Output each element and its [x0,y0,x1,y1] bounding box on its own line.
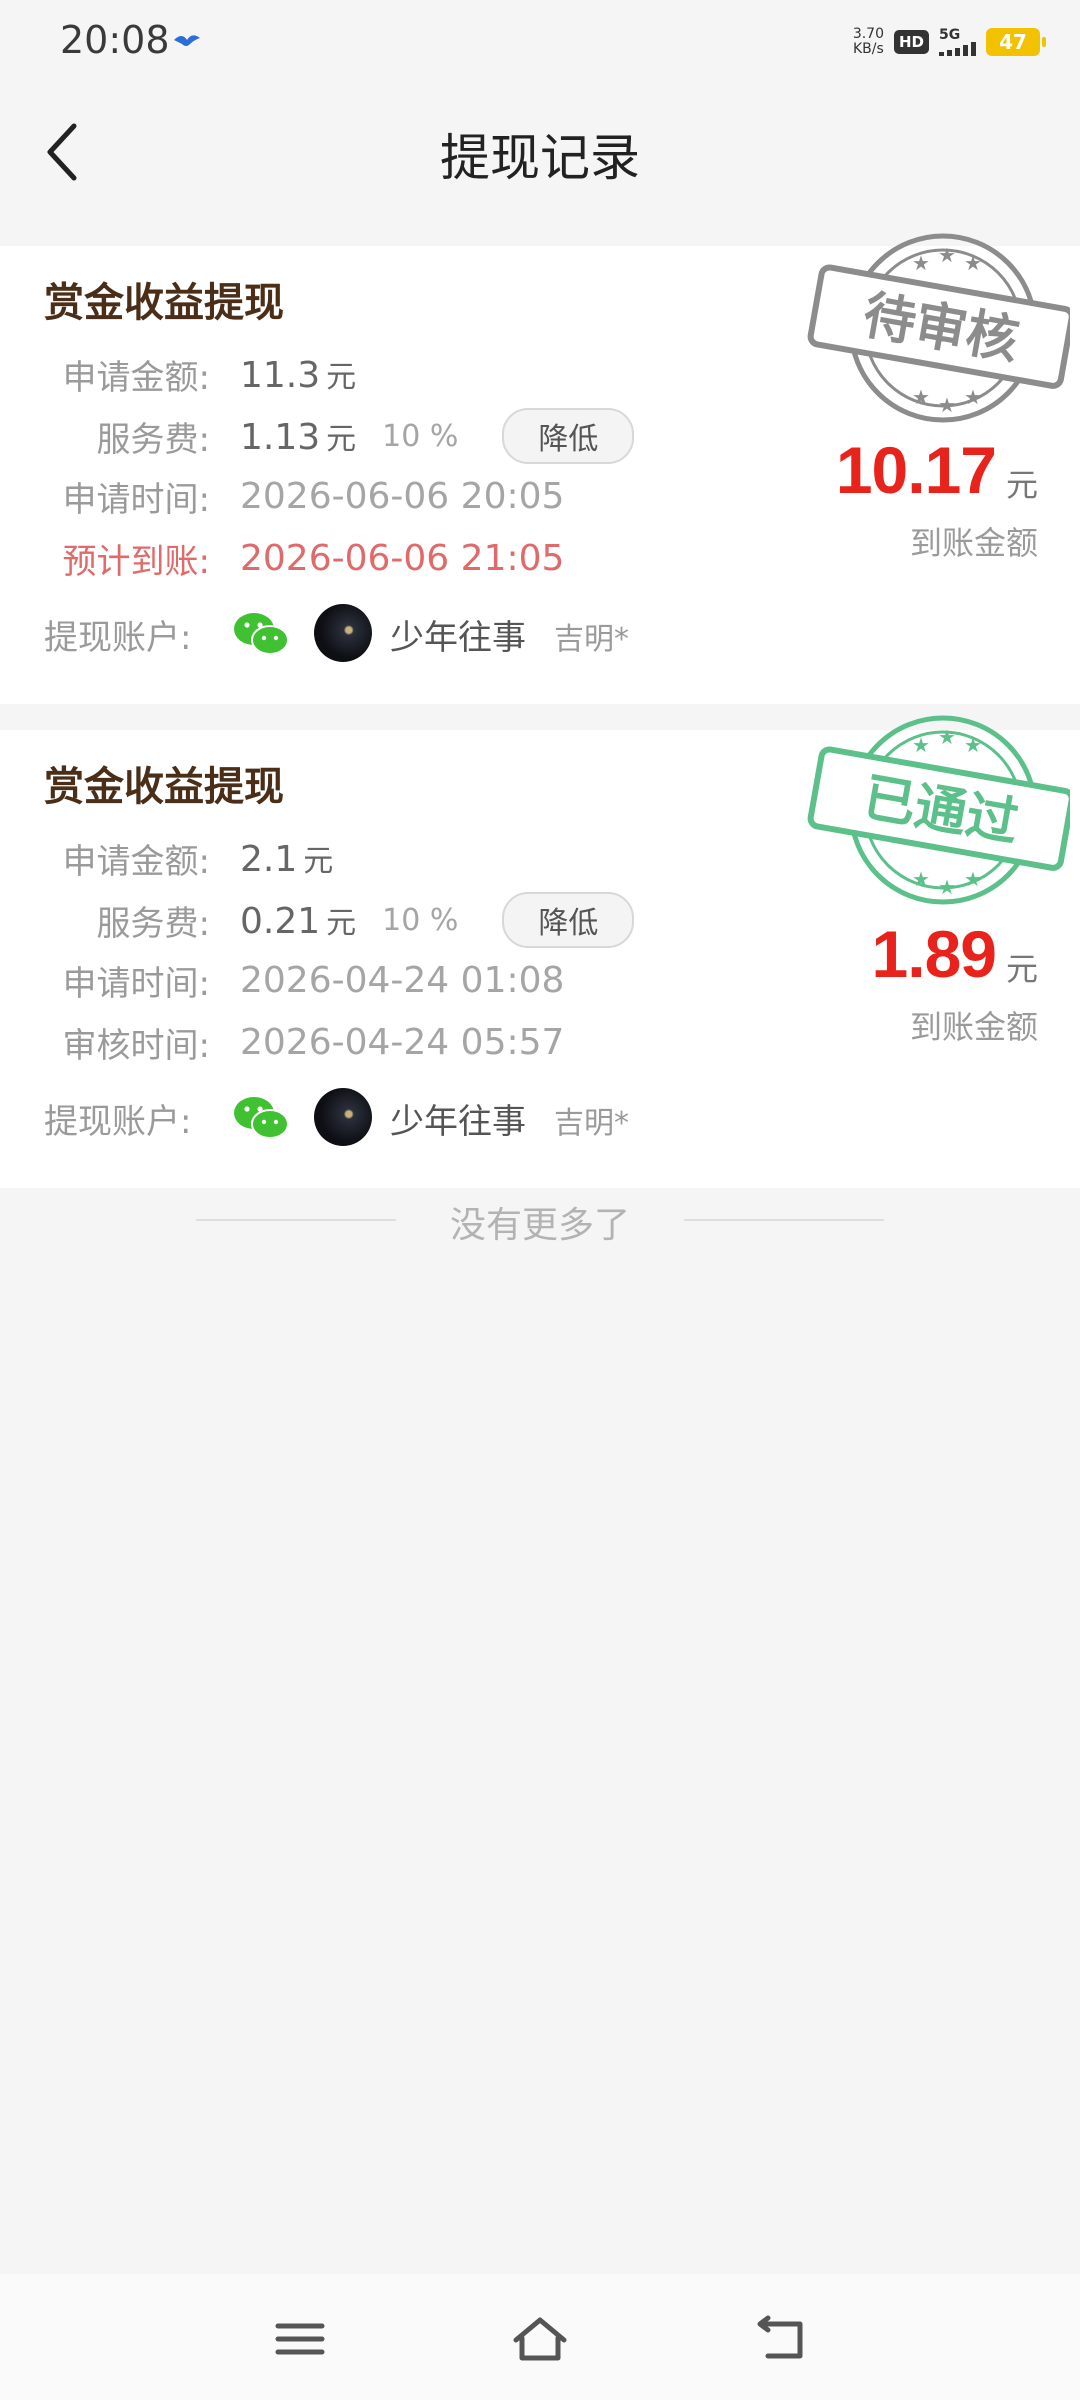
wechat-icon [234,613,289,655]
pending-review-stamp: ★ ★ ★ ★ ★ ★ 待审核 [807,233,1070,423]
svg-text:★: ★ [912,385,930,409]
apply-time-row: 申请时间: 2026-04-24 01:08 [62,959,565,1004]
review-time-row: 审核时间: 2026-04-24 05:57 [62,1021,565,1066]
fee-amount: 0.21 [240,901,321,942]
account-nickname: 少年往事 [390,1102,526,1142]
svg-text:★: ★ [938,243,956,267]
apply-time: 2026-06-06 20:05 [240,475,565,517]
svg-text:★: ★ [912,251,930,275]
withdrawal-record-card[interactable]: 赏金收益提现 申请金额: 11.3 元 服务费: 1.13 元 10 % 降低 申请… [0,233,1080,704]
wechat-icon [234,1097,289,1139]
avatar [314,1088,372,1146]
withdrawal-record-card[interactable]: 赏金收益提现 申请金额: 2.1 元 服务费: 0.21 元 10 % 降低 申请时… [0,715,1080,1188]
no-more-text: 没有更多了 [449,1205,630,1246]
fee-rate: 10 % [382,418,459,454]
system-nav-bar [0,2274,1080,2400]
record-title: 赏金收益提现 [44,764,284,810]
svg-text:★: ★ [964,385,982,409]
svg-text:★: ★ [964,251,982,275]
menu-icon[interactable] [270,2314,330,2364]
review-time: 2026-04-24 05:57 [240,1021,565,1063]
apply-amount: 2.1 [240,839,298,880]
svg-text:★: ★ [938,393,956,417]
apply-amount: 11.3 [240,355,321,396]
account-label: 提现账户: [44,1102,192,1142]
apply-time-row: 申请时间: 2026-06-06 20:05 [62,475,565,520]
status-icons: 3.70 KB/s HD 5G 47 [852,22,1046,62]
expected-arrival-row: 预计到账: 2026-06-06 21:05 [62,537,565,582]
approved-stamp: ★ ★ ★ ★ ★ ★ 已通过 [807,715,1070,905]
fee-amount: 1.13 [240,417,321,458]
avatar [314,604,372,662]
record-title: 赏金收益提现 [44,280,284,326]
bird-icon [174,35,200,46]
svg-text:★: ★ [912,867,930,891]
arrival-caption: 到账金额 [909,1008,1038,1046]
battery-icon: 47 [986,28,1046,56]
hd-icon: HD [893,30,929,54]
account-realname: 吉明* [554,1106,629,1141]
svg-text:★: ★ [938,875,956,899]
status-bar: 20:08 3.70 KB/s HD 5G 47 [0,0,1080,82]
home-icon[interactable] [510,2314,570,2364]
svg-text:★: ★ [964,733,982,757]
apply-amount-row: 申请金额: 2.1 元 [62,839,334,882]
apply-time: 2026-04-24 01:08 [240,959,565,1001]
account-label: 提现账户: [44,618,192,658]
fee-row: 服务费: 0.21 元 10 % 降低 [0,892,635,948]
account-nickname: 少年往事 [390,618,526,658]
svg-text:★: ★ [964,867,982,891]
arrival-caption: 到账金额 [909,524,1038,562]
expected-arrival-time: 2026-06-06 21:05 [240,537,565,579]
status-time: 20:08 [60,18,170,62]
svg-text:★: ★ [938,725,956,749]
back-nav-icon[interactable] [750,2314,810,2364]
net-speed: 3.70 KB/s [852,26,884,57]
reduce-fee-button[interactable]: 降低 [502,892,635,948]
fee-row: 服务费: 1.13 元 10 % 降低 [0,408,635,464]
divider-right [684,1219,884,1221]
arrival-unit: 元 [1005,466,1038,504]
arrival-unit: 元 [1005,950,1038,988]
page-title: 提现记录 [440,129,640,187]
fee-rate: 10 % [382,902,459,938]
signal-icon: 5G [939,28,976,56]
svg-text:★: ★ [912,733,930,757]
nav-header: 提现记录 [0,82,1080,222]
apply-amount-row: 申请金额: 11.3 元 [62,355,357,398]
arrival-amount: 1.89 [871,917,997,991]
arrival-amount: 10.17 [835,433,997,507]
account-realname: 吉明* [554,622,629,657]
reduce-fee-button[interactable]: 降低 [502,408,635,464]
